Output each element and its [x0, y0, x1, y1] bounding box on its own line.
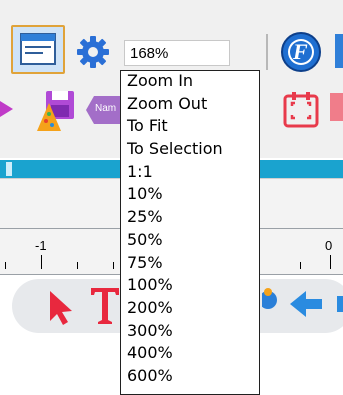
ruler-tick — [300, 262, 301, 269]
purple-diamond-icon — [0, 101, 13, 117]
gear-icon — [77, 36, 109, 68]
text-tool-button[interactable] — [88, 282, 122, 328]
toolbar-overflow-red-icon[interactable] — [330, 93, 343, 121]
zoom-menu-item-25[interactable]: 25% — [121, 207, 259, 230]
purple-shape-button[interactable] — [0, 96, 18, 122]
timeline-marker[interactable] — [6, 162, 12, 176]
toolbar-overflow-icon[interactable] — [335, 34, 343, 68]
floppy-party-hat-icon — [37, 91, 74, 131]
zoom-menu-item-75[interactable]: 75% — [121, 253, 259, 276]
zoom-menu-item-600[interactable]: 600% — [121, 366, 259, 389]
zoom-menu-item-400[interactable]: 400% — [121, 343, 259, 366]
zoom-menu-item-1-1[interactable]: 1:1 — [121, 162, 259, 185]
f-app-button[interactable]: F — [280, 31, 322, 73]
zoom-menu-item-zoom-in[interactable]: Zoom In — [121, 71, 259, 94]
ruler-tick — [77, 262, 78, 269]
tool-overflow-icon[interactable] — [337, 296, 343, 312]
page-layout-button[interactable] — [11, 25, 65, 74]
zoom-dropdown-menu: Zoom In Zoom Out To Fit To Selection 1:1… — [120, 70, 260, 395]
fullscreen-icon — [283, 92, 319, 128]
settings-button[interactable] — [74, 33, 112, 71]
zoom-menu-item-zoom-out[interactable]: Zoom Out — [121, 94, 259, 117]
zoom-menu-item-to-selection[interactable]: To Selection — [121, 139, 259, 162]
f-logo-letter: F — [293, 39, 308, 64]
ruler-tick — [330, 255, 331, 269]
zoom-level-value: 168% — [130, 45, 169, 62]
name-chip-label: Nam — [95, 103, 117, 114]
zoom-menu-item-50[interactable]: 50% — [121, 230, 259, 253]
zoom-menu-item-300[interactable]: 300% — [121, 321, 259, 344]
toolbar-separator — [266, 34, 268, 70]
ruler-label-left: -1 — [35, 238, 47, 253]
window-layout-icon — [20, 33, 56, 65]
arrow-pointer-icon — [50, 291, 72, 325]
ruler-tick — [5, 262, 6, 269]
fullscreen-button[interactable] — [282, 90, 320, 130]
zoom-menu-item-10[interactable]: 10% — [121, 184, 259, 207]
save-button[interactable] — [34, 87, 78, 135]
zoom-menu-item-100[interactable]: 100% — [121, 275, 259, 298]
name-chip-button[interactable]: Nam — [86, 94, 120, 126]
ruler-label-right: 0 — [325, 238, 333, 253]
select-tool-button[interactable] — [44, 287, 78, 327]
zoom-level-input[interactable]: 168% — [124, 40, 230, 66]
zoom-menu-item-to-fit[interactable]: To Fit — [121, 116, 259, 139]
back-arrow-button[interactable] — [288, 288, 324, 320]
text-t-icon — [91, 288, 119, 324]
arrow-left-icon — [290, 291, 322, 317]
ruler-tick — [41, 255, 42, 269]
shape-tool-button[interactable] — [259, 285, 280, 315]
shape-circle-icon — [259, 288, 277, 309]
zoom-menu-item-200[interactable]: 200% — [121, 298, 259, 321]
ruler-tick — [113, 262, 114, 269]
